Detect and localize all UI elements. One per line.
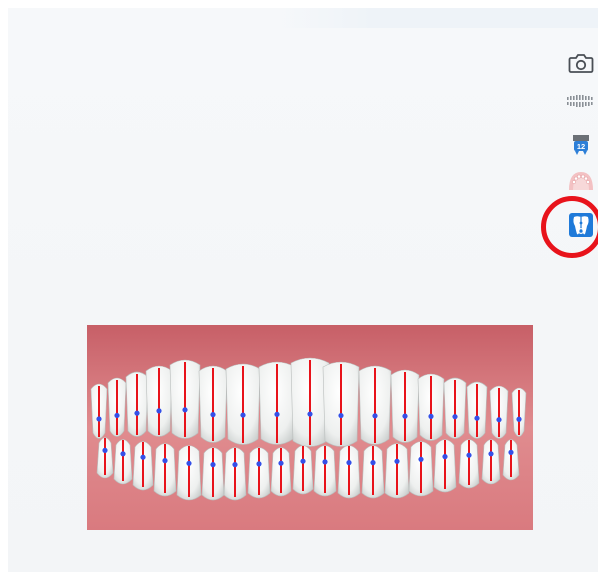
tooth-axis-point[interactable] [428, 413, 434, 419]
dental-arch-strip-icon [566, 95, 593, 107]
tooth-axis-point[interactable] [496, 417, 502, 423]
tooth-axis-point[interactable] [508, 449, 514, 455]
lower-tooth-18[interactable] [481, 439, 501, 485]
upper-tooth-14[interactable] [443, 377, 467, 439]
upper-tooth-7[interactable] [225, 363, 261, 445]
tooth-axis-point[interactable] [488, 451, 494, 457]
lower-tooth-13[interactable] [361, 445, 385, 499]
tooth-axis-point[interactable] [418, 456, 424, 462]
tooth-axis-point[interactable] [372, 413, 378, 419]
tooth-axis-point[interactable] [442, 454, 448, 460]
tooth-axis-point[interactable] [274, 411, 280, 417]
upper-tooth-4[interactable] [145, 365, 173, 437]
upper-tooth-5[interactable] [169, 359, 201, 439]
tooth-axis-point[interactable] [370, 460, 376, 466]
lower-tooth-11[interactable] [313, 445, 337, 497]
lower-tooth-2[interactable] [113, 439, 133, 485]
tooth-numbering-icon: 12 [572, 135, 589, 155]
lower-tooth-1[interactable] [96, 437, 114, 479]
tooth-axis-point[interactable] [240, 412, 246, 418]
dentition-3d-view [87, 325, 533, 530]
upper-tooth-1[interactable] [90, 383, 108, 439]
tooth-axis-point[interactable] [96, 416, 102, 422]
tooth-axis-point[interactable] [516, 416, 522, 422]
tooth-axis-point[interactable] [210, 462, 216, 468]
gingiva-button[interactable] [563, 166, 598, 196]
lower-tooth-6[interactable] [201, 447, 225, 501]
lower-tooth-19[interactable] [502, 439, 520, 481]
tooth-axis-point[interactable] [114, 412, 120, 419]
lower-tooth-9[interactable] [270, 447, 292, 497]
tooth-axis-point[interactable] [120, 451, 126, 457]
lower-tooth-5[interactable] [176, 445, 202, 501]
tooth-axis-point[interactable] [162, 458, 168, 464]
upper-tooth-3[interactable] [125, 371, 149, 437]
dental-model[interactable] [87, 325, 533, 530]
lower-tooth-3[interactable] [132, 441, 154, 491]
tooth-axis-point[interactable] [338, 412, 344, 419]
lower-tooth-12[interactable] [337, 445, 361, 499]
lower-tooth-17[interactable] [458, 439, 480, 489]
tooth-axis-point[interactable] [474, 415, 480, 421]
tooth-numbering-button[interactable]: 12 [563, 130, 598, 160]
lower-tooth-7[interactable] [223, 447, 247, 501]
tooth-axis-point[interactable] [140, 454, 146, 460]
tooth-axis-point[interactable] [182, 407, 188, 413]
lower-tooth-8[interactable] [247, 447, 271, 499]
upper-tooth-6[interactable] [198, 365, 228, 443]
highlight-circle-annotation [541, 196, 598, 258]
lower-tooth-4[interactable] [153, 443, 177, 497]
camera-icon [568, 54, 593, 73]
tooth-axis-point[interactable] [232, 462, 238, 468]
lower-tooth-15[interactable] [408, 441, 434, 497]
upper-tooth-10[interactable] [322, 361, 360, 447]
camera-button[interactable] [563, 48, 598, 78]
tooth-axis-point[interactable] [402, 413, 408, 419]
tooth-axis-point[interactable] [102, 447, 108, 453]
tooth-axis-point[interactable] [394, 458, 400, 464]
upper-tooth-15[interactable] [466, 381, 488, 439]
tooth-axis-point[interactable] [452, 414, 458, 420]
tooth-axis-point[interactable] [210, 412, 216, 418]
tooth-axis-point[interactable] [186, 460, 192, 466]
upper-tooth-11[interactable] [358, 365, 392, 445]
upper-tooth-17[interactable] [511, 387, 527, 437]
svg-text:12: 12 [576, 142, 584, 151]
upper-tooth-12[interactable] [390, 369, 420, 443]
tooth-axis-point[interactable] [322, 459, 328, 465]
dental-arch-strip-button[interactable] [563, 86, 598, 116]
tooth-axis-point[interactable] [466, 452, 472, 458]
tooth-axis-point[interactable] [346, 460, 352, 466]
tooth-axis-point[interactable] [300, 458, 306, 464]
tooth-axis-point[interactable] [307, 411, 313, 417]
upper-tooth-8[interactable] [258, 361, 296, 445]
lower-tooth-10[interactable] [292, 445, 314, 495]
lower-tooth-16[interactable] [433, 439, 457, 493]
upper-tooth-16[interactable] [489, 385, 509, 439]
upper-tooth-2[interactable] [107, 377, 127, 437]
upper-tooth-13[interactable] [417, 373, 445, 441]
tooth-axis-point[interactable] [156, 408, 162, 414]
tooth-axis-point[interactable] [134, 410, 140, 416]
gingiva-icon [568, 172, 593, 190]
tooth-axis-point[interactable] [278, 460, 284, 466]
lower-tooth-14[interactable] [384, 443, 410, 499]
tooth-axis-point[interactable] [256, 461, 262, 467]
